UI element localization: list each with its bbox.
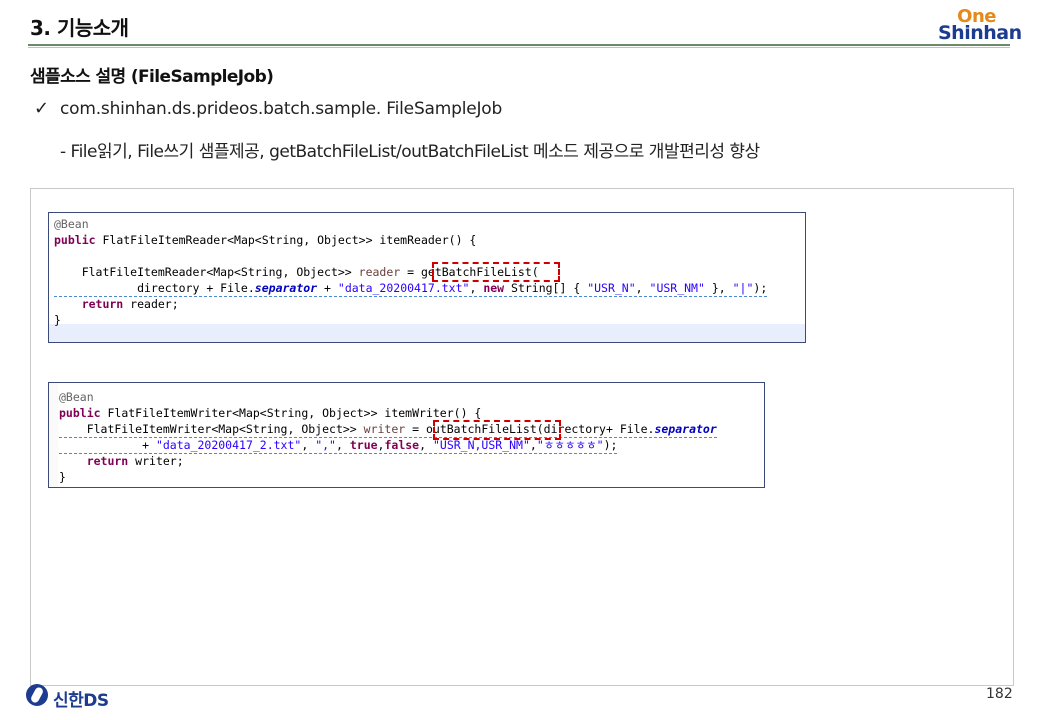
code-line: } — [54, 313, 61, 327]
current-line-highlight — [49, 324, 805, 342]
code-block-writer: @Bean public FlatFileItemWriter<Map<Stri… — [48, 382, 765, 488]
one-shinhan-logo: One Shinhan — [938, 6, 1022, 44]
code-line: @Bean — [54, 217, 89, 231]
code-line: @Bean — [59, 390, 94, 404]
page-number: 182 — [986, 686, 1013, 702]
title-divider — [28, 44, 1010, 46]
description-text: - File읽기, File쓰기 샘플제공, getBatchFileList/… — [60, 142, 760, 162]
company-name: 신한DS — [53, 691, 109, 711]
highlight-box-getbatchfilelist — [432, 262, 560, 282]
package-name: com.shinhan.ds.prideos.batch.sample. Fil… — [60, 99, 503, 119]
code-line: } — [59, 470, 66, 484]
shinhan-ds-logo: 신한DS — [26, 684, 118, 711]
gutter — [49, 383, 58, 487]
shinhan-emblem-icon — [26, 684, 48, 706]
page-title: 3. 기능소개 — [30, 16, 129, 40]
section-title: 샘플소스 설명 (FileSampleJob) — [30, 67, 274, 87]
code-line: directory + File.separator + "data_20200… — [54, 281, 768, 297]
code-block-reader: @Bean public FlatFileItemReader<Map<Stri… — [48, 212, 806, 343]
code-line: return reader; — [54, 297, 179, 311]
checkmark-icon: ✓ — [34, 98, 50, 119]
code-line: public FlatFileItemReader<Map<String, Ob… — [54, 233, 477, 247]
title-divider-light — [28, 47, 1010, 48]
code-line: public FlatFileItemWriter<Map<String, Ob… — [59, 406, 482, 420]
code-line: return writer; — [59, 454, 184, 468]
highlight-box-outbatchfilelist — [433, 420, 561, 440]
code-line: FlatFileItemWriter<Map<String, Object>> … — [59, 422, 717, 438]
logo-shinhan-text: Shinhan — [938, 22, 1022, 44]
